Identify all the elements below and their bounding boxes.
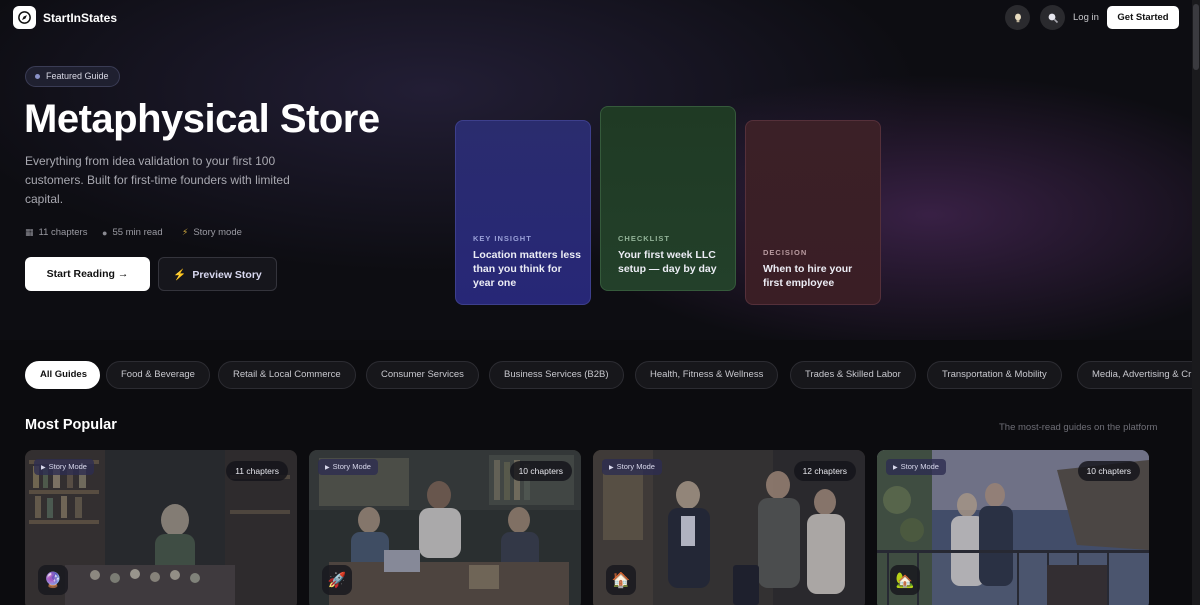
chapters-badge: 11 chapters bbox=[226, 461, 288, 481]
clock-icon: ● bbox=[102, 227, 108, 238]
scrollbar-thumb[interactable] bbox=[1193, 4, 1199, 70]
search-icon bbox=[1048, 13, 1058, 23]
card-kicker: DECISION bbox=[763, 248, 808, 257]
lightning-icon: ⚡ bbox=[182, 227, 189, 237]
meta-mode: ⚡ Story mode bbox=[182, 227, 242, 238]
page-scrollbar[interactable] bbox=[1192, 0, 1200, 605]
preview-story-button[interactable]: ⚡ Preview Story bbox=[158, 257, 277, 291]
story-mode-label: Story Mode bbox=[48, 462, 87, 471]
play-icon: ▶ bbox=[893, 465, 898, 471]
filter-business-services[interactable]: Business Services (B2B) bbox=[489, 361, 624, 389]
filter-retail-local-commerce[interactable]: Retail & Local Commerce bbox=[218, 361, 356, 389]
filter-trades-skilled-labor[interactable]: Trades & Skilled Labor bbox=[790, 361, 916, 389]
section-subtitle: The most-read guides on the platform bbox=[999, 422, 1158, 433]
filter-transportation-mobility[interactable]: Transportation & Mobility bbox=[927, 361, 1062, 389]
section-title: Most Popular bbox=[25, 417, 117, 433]
filter-health-fitness-wellness[interactable]: Health, Fitness & Wellness bbox=[635, 361, 779, 389]
story-mode-badge: ▶ Story Mode bbox=[886, 459, 946, 475]
play-icon: ▶ bbox=[609, 465, 614, 471]
top-nav: StartInStates Log in Get Started bbox=[0, 0, 1192, 36]
login-link[interactable]: Log in bbox=[1073, 12, 1099, 23]
mode-label: Story mode bbox=[193, 227, 242, 238]
story-mode-label: Story Mode bbox=[900, 462, 939, 471]
preview-story-label: Preview Story bbox=[192, 268, 262, 281]
story-mode-badge: ▶ Story Mode bbox=[602, 459, 662, 475]
house-icon: 🏠 bbox=[606, 565, 636, 595]
filter-consumer-services[interactable]: Consumer Services bbox=[366, 361, 479, 389]
featured-badge: Featured Guide bbox=[25, 66, 120, 87]
card-kicker: KEY INSIGHT bbox=[473, 234, 532, 243]
story-card-key-insight[interactable]: KEY INSIGHT Location matters less than y… bbox=[455, 120, 591, 305]
chapters-count: 11 chapters bbox=[38, 227, 88, 238]
guide-card[interactable]: ▶ Story Mode 10 chapters 🏡 bbox=[877, 450, 1149, 605]
lightbulb-button[interactable] bbox=[1005, 5, 1030, 30]
start-reading-button[interactable]: Start Reading → bbox=[25, 257, 150, 291]
card-text: Your first week LLC setup — day by day bbox=[618, 249, 717, 275]
house-with-garden-icon: 🏡 bbox=[890, 565, 920, 595]
book-icon: ▦ bbox=[25, 227, 34, 237]
play-icon: ▶ bbox=[41, 465, 46, 471]
badge-label: Featured Guide bbox=[46, 71, 109, 81]
category-filters: All Guides Food & Beverage Retail & Loca… bbox=[25, 361, 1200, 389]
guide-card[interactable]: ▶ Story Mode 10 chapters 🚀 bbox=[309, 450, 581, 605]
read-time: 55 min read bbox=[112, 227, 163, 238]
compass-logo-icon[interactable] bbox=[13, 6, 36, 29]
hero-description: Everything from idea validation to your … bbox=[25, 154, 290, 206]
card-text: Location matters less than you think for… bbox=[473, 249, 581, 289]
filter-media-advertising[interactable]: Media, Advertising & Cr bbox=[1077, 361, 1200, 389]
search-button[interactable] bbox=[1040, 5, 1065, 30]
guide-card[interactable]: ▶ Story Mode 12 chapters 🏠 bbox=[593, 450, 865, 605]
badge-dot-icon bbox=[35, 74, 40, 79]
story-mode-badge: ▶ Story Mode bbox=[34, 459, 94, 475]
filter-all-guides[interactable]: All Guides bbox=[25, 361, 100, 389]
chapters-badge: 10 chapters bbox=[509, 461, 572, 481]
story-mode-badge: ▶ Story Mode bbox=[318, 459, 378, 475]
play-icon: ▶ bbox=[325, 465, 330, 471]
chapters-badge: 10 chapters bbox=[1077, 461, 1140, 481]
rocket-icon: 🚀 bbox=[322, 565, 352, 595]
story-card-decision[interactable]: DECISION When to hire your first employe… bbox=[745, 120, 881, 305]
story-mode-label: Story Mode bbox=[616, 462, 655, 471]
get-started-button[interactable]: Get Started bbox=[1107, 6, 1179, 29]
chapters-badge: 12 chapters bbox=[793, 461, 856, 481]
filter-food-beverage[interactable]: Food & Beverage bbox=[106, 361, 210, 389]
lightbulb-icon bbox=[1014, 13, 1021, 22]
story-mode-label: Story Mode bbox=[332, 462, 371, 471]
card-text: When to hire your first employee bbox=[763, 263, 853, 289]
crystal-ball-icon: 🔮 bbox=[38, 565, 68, 595]
story-card-checklist[interactable]: CHECKLIST Your first week LLC setup — da… bbox=[600, 106, 736, 291]
card-kicker: CHECKLIST bbox=[618, 234, 670, 243]
meta-read-time: ● 55 min read bbox=[102, 227, 163, 238]
brand-name[interactable]: StartInStates bbox=[43, 11, 117, 25]
lightning-icon: ⚡ bbox=[173, 268, 187, 281]
page-title: Metaphysical Store bbox=[24, 97, 380, 141]
guide-card[interactable]: ▶ Story Mode 11 chapters 🔮 bbox=[25, 450, 297, 605]
meta-chapters: ▦ 11 chapters bbox=[25, 227, 87, 238]
